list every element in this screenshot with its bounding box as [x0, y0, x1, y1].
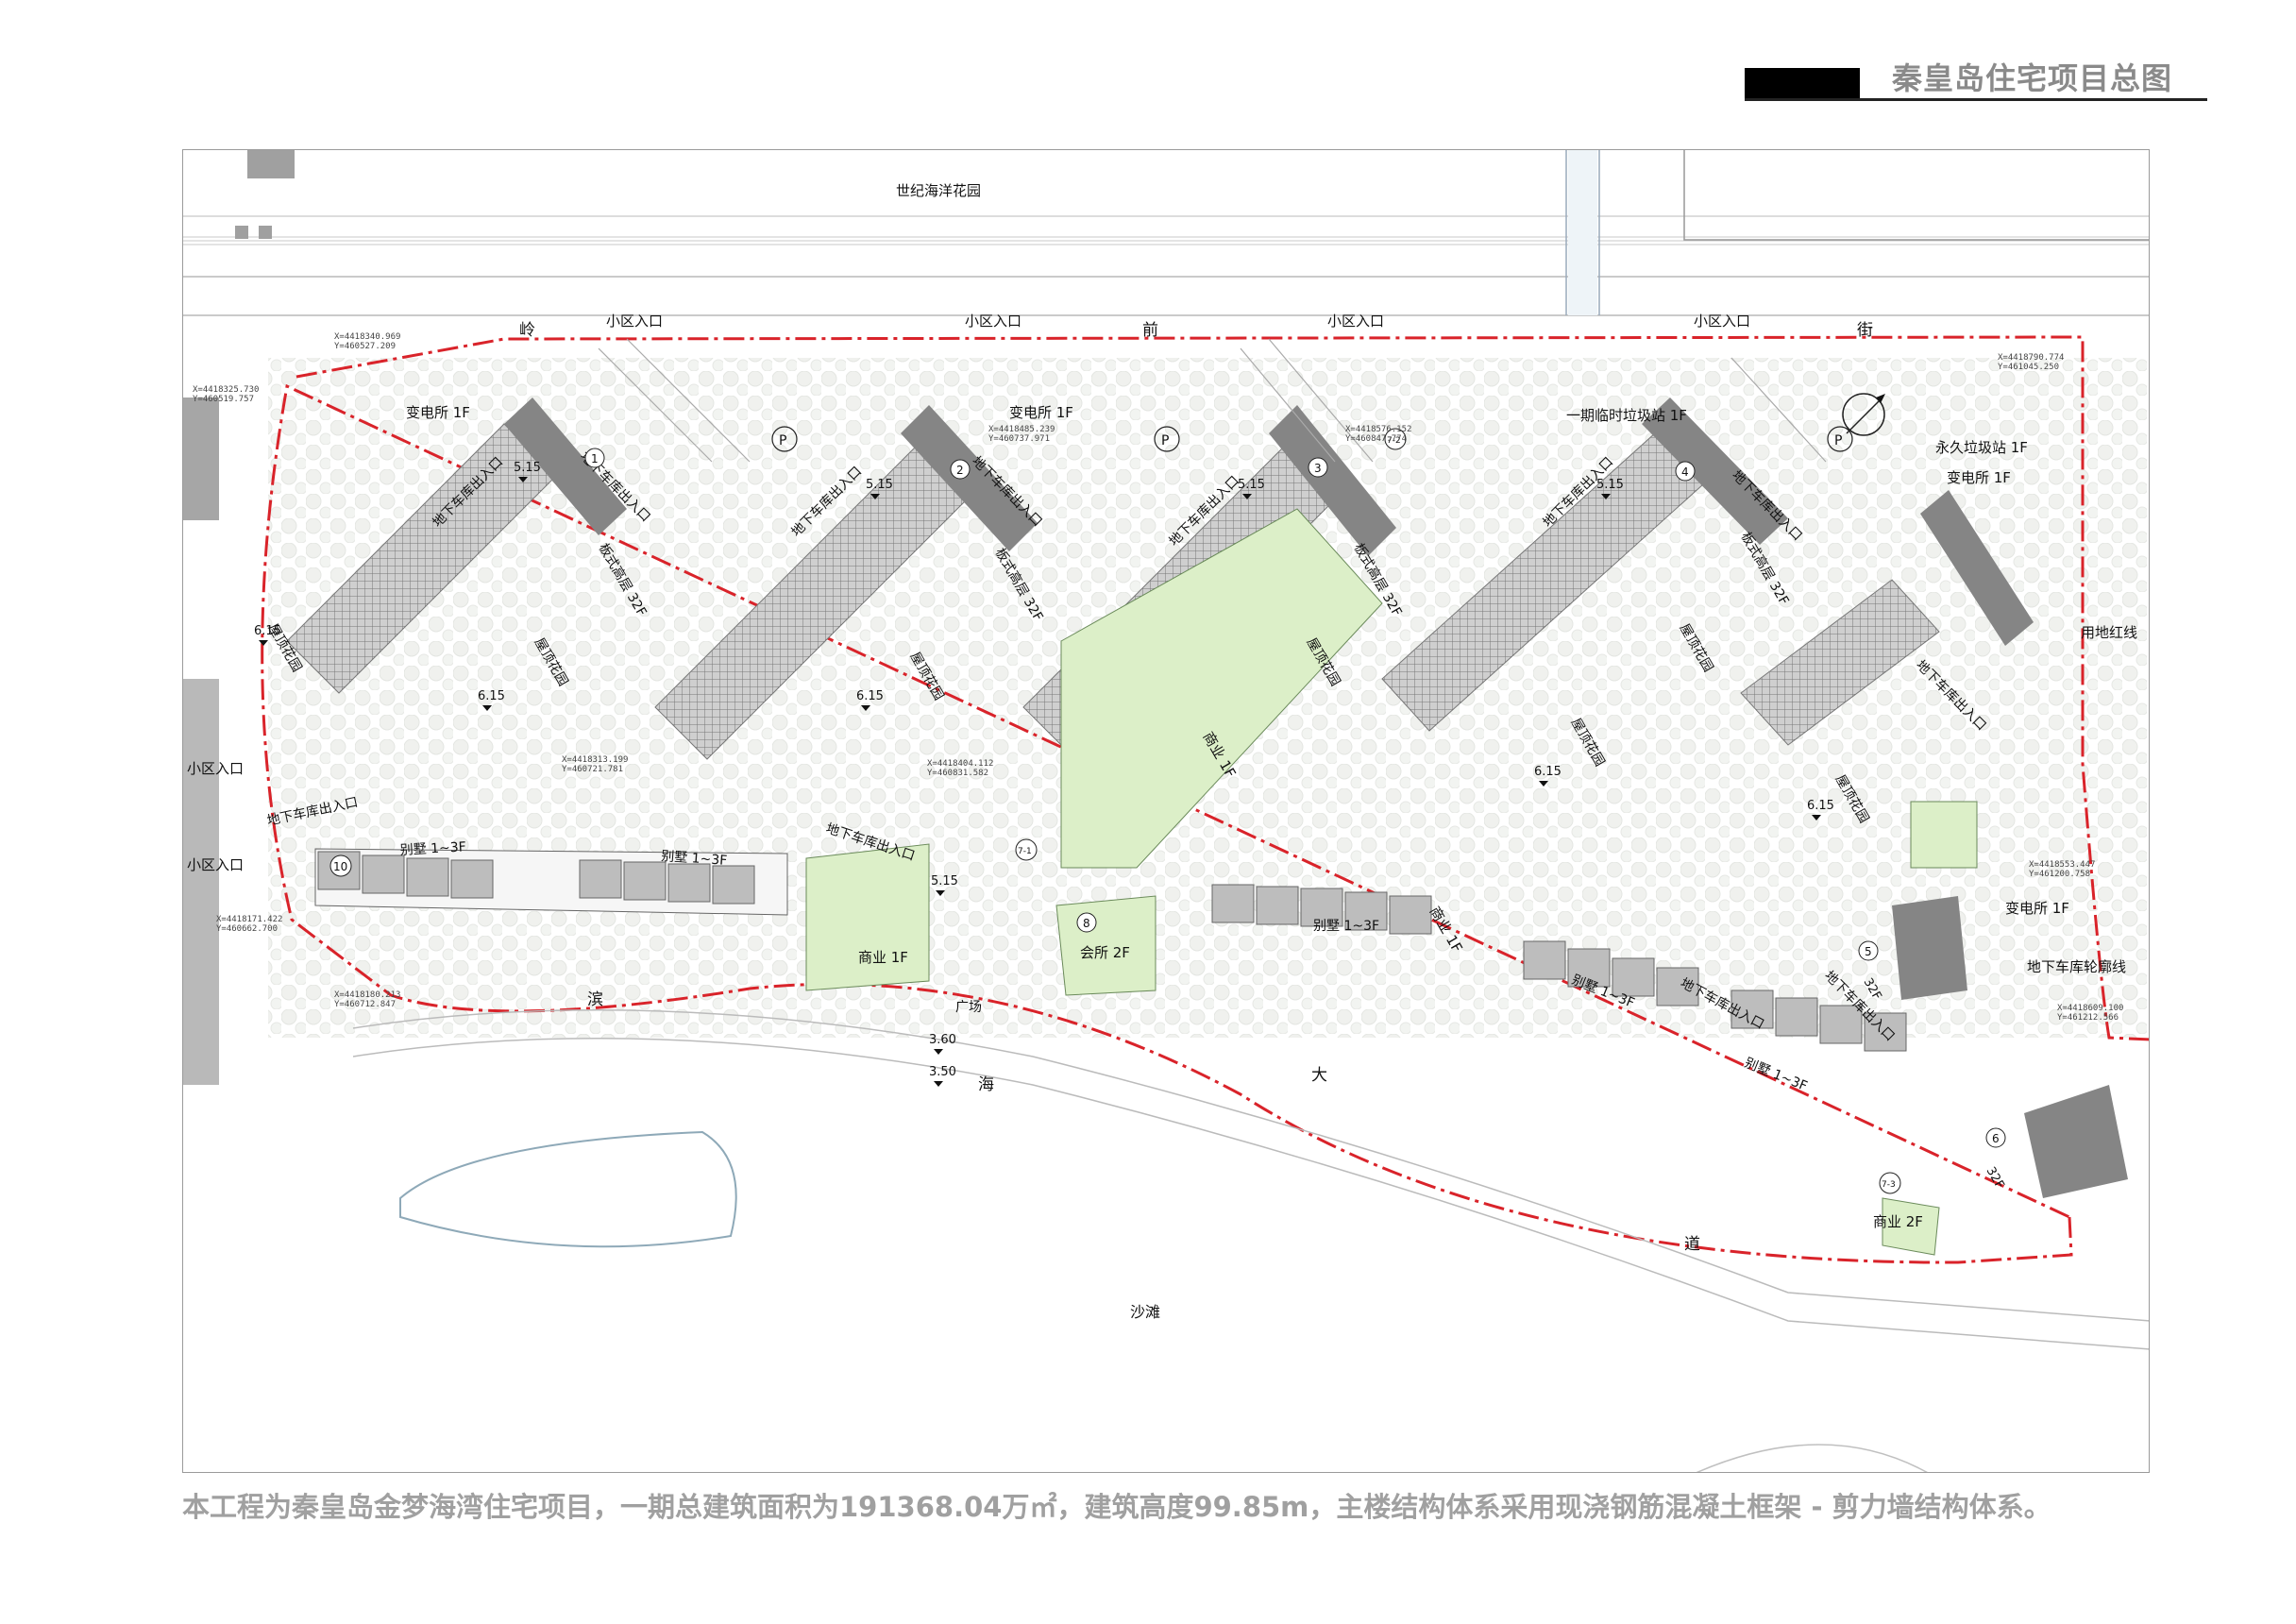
red-line-label: 用地红线 [2081, 624, 2137, 641]
building-number-2: 2 [956, 464, 964, 477]
road-south-char-3: 大 [1311, 1066, 1327, 1085]
header-black-block [1745, 68, 1860, 98]
coord-10-y: Y=461200.758 [2029, 870, 2090, 879]
entrance-label-5: 小区入口 [187, 760, 244, 777]
building-number-1: 1 [591, 452, 599, 465]
coord-11-x: X=4418609.100 [2057, 1004, 2123, 1013]
substation-label-3: 变电所 1F [1947, 469, 2011, 486]
elevation-11: 3.60 [929, 1033, 956, 1047]
elevation-10: 6.15 [1807, 799, 1834, 813]
coord-4-x: X=4418576.152 [1345, 425, 1411, 434]
coord-9-y: Y=460712.847 [334, 1000, 396, 1009]
coord-7-y: Y=460831.582 [927, 769, 988, 778]
commercial-label-2: 商业 1F [858, 949, 908, 966]
beach-label: 沙滩 [1130, 1303, 1160, 1321]
entrance-label-2: 小区入口 [965, 313, 1021, 330]
coord-10-x: X=4418553.447 [2029, 860, 2095, 870]
road-north-char-3: 街 [1857, 321, 1873, 340]
plaza-label: 广场 [955, 1000, 982, 1015]
building-number-4: 4 [1681, 465, 1689, 479]
coord-5-y: Y=461045.250 [1998, 363, 2059, 372]
coord-11-y: Y=461212.566 [2057, 1013, 2119, 1023]
road-south-char-4: 道 [1684, 1235, 1700, 1254]
building-number-7-3: 7-3 [1882, 1180, 1896, 1190]
garage-outline-label: 地下车库轮廓线 [2027, 958, 2126, 975]
coord-2-x: X=4418325.730 [193, 385, 259, 395]
coord-8-y: Y=460662.700 [216, 924, 278, 934]
coord-4-y: Y=460847.774 [1345, 434, 1407, 444]
coord-8-x: X=4418171.422 [216, 915, 282, 924]
building-number-5: 5 [1865, 945, 1872, 958]
commercial-2f-label: 商业 2F [1873, 1213, 1923, 1230]
clubhouse-label: 会所 2F [1080, 944, 1130, 961]
page-title: 秦皇岛住宅项目总图 [1892, 60, 2173, 96]
road-north-char-2: 前 [1142, 321, 1158, 340]
coord-1-x: X=4418340.969 [334, 332, 400, 342]
coord-1-y: Y=460527.209 [334, 342, 396, 351]
building-number-7-1: 7-1 [1018, 847, 1032, 856]
coord-2-y: Y=460519.757 [193, 395, 254, 404]
substation-label-2: 变电所 1F [1009, 404, 1073, 421]
building-number-3: 3 [1314, 462, 1322, 475]
coord-7-x: X=4418404.112 [927, 759, 993, 769]
villa-label-3: 别墅 1~3F [1313, 919, 1379, 934]
entrance-label-1: 小区入口 [606, 313, 663, 330]
elevation-8: 6.15 [856, 689, 884, 703]
coord-6-x: X=4418313.199 [562, 755, 628, 765]
coord-5-x: X=4418790.774 [1998, 353, 2064, 363]
elevation-12: 3.50 [929, 1065, 956, 1079]
elevation-3: 5.15 [1238, 478, 1265, 492]
site-plan-drawing: 世纪海洋花园 岭 前 街 小区入口 小区入口 小区入口 小区入口 小区入口 小区… [183, 150, 2149, 1472]
elevation-1: 5.15 [514, 461, 541, 475]
entrance-label-6: 小区入口 [187, 856, 244, 873]
road-south-char-1: 滨 [587, 990, 603, 1009]
project-caption: 本工程为秦皇岛金梦海湾住宅项目，一期总建筑面积为191368.04万㎡，建筑高度… [182, 1491, 2051, 1523]
road-south-char-2: 海 [978, 1075, 994, 1094]
coord-3-y: Y=460737.971 [988, 434, 1050, 444]
coord-3-x: X=4418485.239 [988, 425, 1055, 434]
entrance-label-3: 小区入口 [1327, 313, 1384, 330]
building-number-10: 10 [333, 860, 347, 873]
header-rule [1745, 98, 2207, 101]
elevation-9: 6.15 [1534, 765, 1562, 779]
building-number-6: 6 [1992, 1132, 2000, 1145]
elevation-2: 5.15 [866, 478, 893, 492]
elevation-4: 5.15 [1596, 478, 1624, 492]
perm-trash-label: 永久垃圾站 1F [1935, 439, 2028, 456]
parking-symbol-3: P [1834, 433, 1842, 448]
parking-symbol-1: P [779, 433, 786, 448]
elevation-6: 6.15 [254, 624, 281, 638]
substation-label-1: 变电所 1F [406, 404, 470, 421]
coord-6-y: Y=460721.781 [562, 765, 623, 774]
villa-label-5: 别墅 1~3F [1743, 1056, 1810, 1094]
elevation-5: 5.15 [931, 874, 958, 888]
road-north-char-1: 岭 [519, 321, 535, 340]
parking-symbol-2: P [1161, 433, 1169, 448]
elevation-7: 6.15 [478, 689, 505, 703]
coord-9-x: X=4418180.213 [334, 990, 400, 1000]
substation-label-4: 变电所 1F [2005, 900, 2069, 917]
building-number-8: 8 [1083, 917, 1090, 930]
temp-trash-label: 一期临时垃圾站 1F [1566, 407, 1687, 424]
north-garden-label: 世纪海洋花园 [896, 182, 981, 199]
site-plan: 世纪海洋花园 岭 前 街 小区入口 小区入口 小区入口 小区入口 小区入口 小区… [182, 149, 2150, 1473]
entrance-label-4: 小区入口 [1694, 313, 1750, 330]
